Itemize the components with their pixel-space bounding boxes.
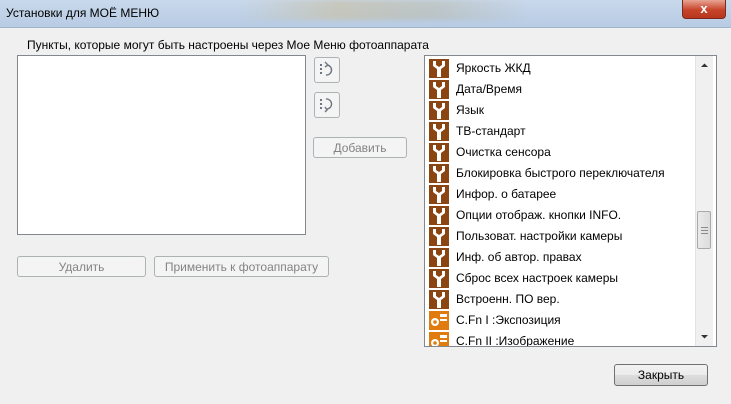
apply-to-camera-button[interactable]: Применить к фотоаппарату — [154, 256, 329, 277]
list-item[interactable]: Сброс всех настроек камеры — [429, 268, 699, 289]
section-label: Пункты, которые могут быть настроены чер… — [27, 38, 429, 52]
list-item-label: C.Fn II :Изображение — [456, 334, 575, 347]
list-item[interactable]: Опции отображ. кнопки INFO. — [429, 205, 699, 226]
list-item[interactable]: C.Fn I :Экспозиция — [429, 310, 699, 331]
wrench-setup-icon — [429, 227, 449, 246]
delete-button[interactable]: Удалить — [17, 256, 146, 277]
list-item-label: Язык — [456, 103, 485, 117]
wrench-setup-icon — [429, 290, 449, 309]
list-item[interactable]: ТВ-стандарт — [429, 121, 699, 142]
window-close-button[interactable]: x — [682, 0, 726, 19]
list-item-label: Встроенн. ПО вер. — [456, 292, 560, 306]
list-item[interactable]: Блокировка быстрого переключателя — [429, 163, 699, 184]
list-item[interactable]: Дата/Время — [429, 79, 699, 100]
list-item-label: Опции отображ. кнопки INFO. — [456, 208, 622, 222]
title-bar: Установки для МОЁ МЕНЮ x — [0, 0, 731, 28]
move-up-button[interactable] — [314, 57, 340, 83]
sort-down-icon — [320, 98, 333, 113]
wrench-setup-icon — [429, 80, 449, 99]
list-item-label: Сброс всех настроек камеры — [456, 271, 619, 285]
background-blur — [240, 0, 530, 20]
wrench-setup-icon — [429, 269, 449, 288]
list-item[interactable]: Пользоват. настройки камеры — [429, 226, 699, 247]
list-item[interactable]: C.Fn II :Изображение — [429, 331, 699, 347]
list-item[interactable]: Яркость ЖКД — [429, 58, 699, 79]
list-item-label: C.Fn I :Экспозиция — [456, 313, 561, 327]
sort-up-icon — [320, 61, 333, 76]
list-item-label: Инфор. о батарее — [456, 187, 557, 201]
list-item-label: Яркость ЖКД — [456, 61, 531, 75]
list-item-label: Пользоват. настройки камеры — [456, 229, 623, 243]
wrench-setup-icon — [429, 185, 449, 204]
wrench-setup-icon — [429, 122, 449, 141]
list-item-label: Очистка сенсора — [456, 145, 551, 159]
close-icon: x — [700, 1, 708, 16]
wrench-setup-icon — [429, 143, 449, 162]
custom-function-icon — [429, 311, 449, 330]
scroll-up-icon[interactable] — [697, 58, 712, 73]
custom-function-icon — [429, 332, 449, 346]
list-item-label: ТВ-стандарт — [456, 124, 526, 138]
wrench-setup-icon — [429, 206, 449, 225]
add-button[interactable]: Добавить — [313, 137, 407, 158]
move-down-button[interactable] — [314, 92, 340, 118]
window-title: Установки для МОЁ МЕНЮ — [6, 6, 160, 20]
list-item[interactable]: Инф. об автор. правах — [429, 247, 699, 268]
list-item[interactable]: Встроенн. ПО вер. — [429, 289, 699, 310]
list-item[interactable]: Инфор. о батарее — [429, 184, 699, 205]
close-button[interactable]: Закрыть — [614, 364, 708, 386]
list-item-label: Дата/Время — [456, 82, 523, 96]
list-item[interactable]: Язык — [429, 100, 699, 121]
wrench-setup-icon — [429, 59, 449, 78]
scroll-down-icon[interactable] — [697, 329, 712, 344]
available-items-list[interactable]: Яркость ЖКД Дата/Время Язык ТВ-стандарт Очис… — [424, 55, 717, 347]
my-menu-list[interactable] — [17, 55, 306, 235]
scrollbar-thumb[interactable] — [697, 211, 711, 249]
wrench-setup-icon — [429, 101, 449, 120]
list-scrollbar[interactable] — [695, 56, 713, 346]
list-item[interactable]: Очистка сенсора — [429, 142, 699, 163]
list-item-label: Инф. об автор. правах — [456, 250, 582, 264]
list-item-label: Блокировка быстрого переключателя — [456, 166, 665, 180]
items-container: Яркость ЖКД Дата/Время Язык ТВ-стандарт Очис… — [429, 58, 699, 347]
wrench-setup-icon — [429, 248, 449, 267]
wrench-setup-icon — [429, 164, 449, 183]
